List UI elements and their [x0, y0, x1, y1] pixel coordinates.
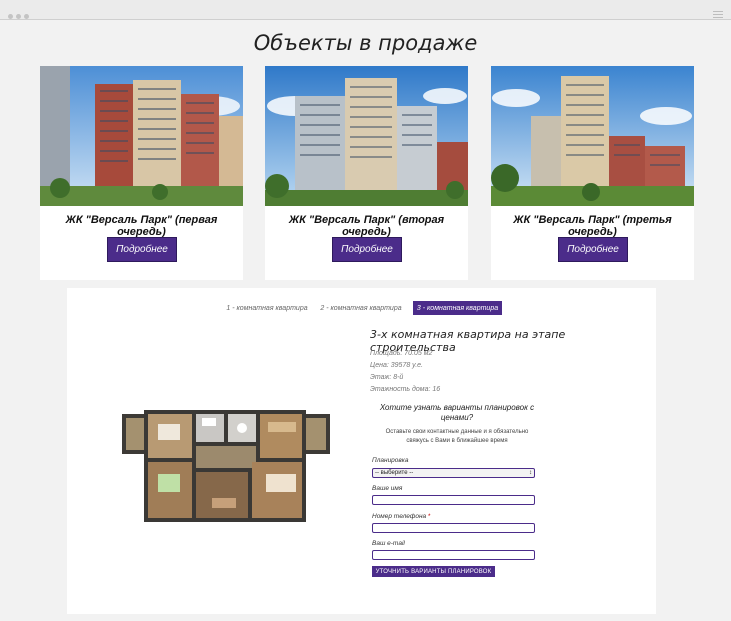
- phone-field[interactable]: [372, 523, 535, 533]
- spec-price: Цена: 39578 у.е.: [370, 362, 423, 369]
- submit-button[interactable]: УТОЧНИТЬ ВАРИАНТЫ ПЛАНИРОВОК: [372, 566, 495, 577]
- details-button[interactable]: Подробнее: [107, 237, 177, 262]
- card-title: ЖК "Версаль Парк" (третья очередь): [513, 214, 672, 238]
- tab-1-room[interactable]: 1 - комнатная квартира: [225, 301, 309, 315]
- property-card: ЖК "Версаль Парк" (третья очередь) Подро…: [491, 66, 694, 280]
- phone-label-wrap: Номер телефона *: [372, 513, 430, 520]
- building-photo[interactable]: [40, 66, 243, 206]
- apartment-panel: 1 - комнатная квартира 2 - комнатная ква…: [67, 288, 656, 614]
- tab-2-room[interactable]: 2 - комнатная квартира: [320, 301, 402, 315]
- select-arrows-icon: ↕: [529, 470, 532, 476]
- building-photo[interactable]: [265, 66, 468, 206]
- tab-3-room[interactable]: 3 - комнатная квартира: [413, 301, 502, 315]
- page-title: Объекты в продаже: [253, 31, 478, 55]
- name-field[interactable]: [372, 495, 535, 505]
- form-note: Оставьте свои контактные данные и я обяз…: [385, 429, 529, 444]
- layout-select-value: -- выберите --: [375, 470, 414, 476]
- phone-label: Номер телефона: [372, 513, 427, 520]
- email-label: Ваш e-mail: [372, 540, 405, 547]
- name-label: Ваше имя: [372, 485, 403, 492]
- spec-floor: Этаж: 8-й: [370, 374, 404, 381]
- building-photo[interactable]: [491, 66, 694, 206]
- layout-select[interactable]: -- выберите -- ↕: [372, 468, 535, 478]
- form-question: Хотите узнать варианты планировок с цена…: [379, 403, 535, 422]
- spec-storeys: Этажность дома: 16: [370, 386, 441, 393]
- floor-plan-image[interactable]: [122, 410, 330, 522]
- details-button[interactable]: Подробнее: [332, 237, 402, 262]
- details-button[interactable]: Подробнее: [558, 237, 628, 262]
- email-field[interactable]: [372, 550, 535, 560]
- property-card: ЖК "Версаль Парк" (первая очередь) Подро…: [40, 66, 243, 280]
- layout-label: Планировка: [372, 457, 409, 464]
- browser-toolbar: [0, 0, 731, 20]
- card-title: ЖК "Версаль Парк" (вторая очередь): [288, 214, 445, 238]
- spec-area: Площадь: 70.05 м2: [370, 350, 433, 357]
- hamburger-menu-icon[interactable]: [713, 11, 723, 18]
- required-mark: *: [427, 513, 431, 520]
- window-dot-icon: [24, 14, 29, 19]
- property-card: ЖК "Версаль Парк" (вторая очередь) Подро…: [265, 66, 468, 280]
- window-dot-icon: [16, 14, 21, 19]
- card-title: ЖК "Версаль Парк" (первая очередь): [65, 214, 218, 238]
- window-dot-icon: [8, 14, 13, 19]
